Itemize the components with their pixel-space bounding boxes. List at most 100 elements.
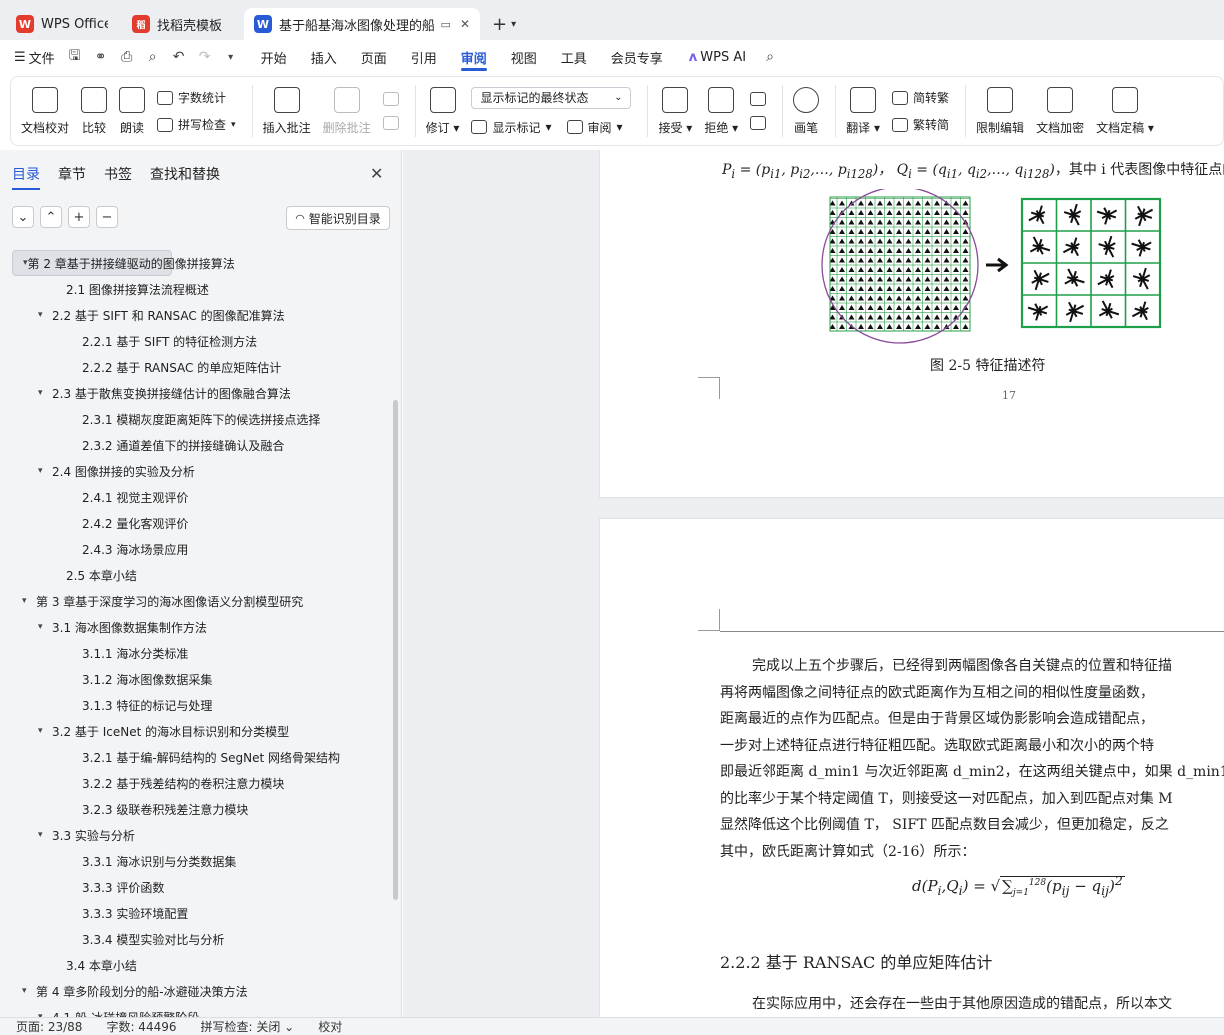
compare-button[interactable]: 比较 bbox=[81, 86, 108, 136]
tab-chapters[interactable]: 章节 bbox=[58, 164, 86, 184]
toc-item[interactable]: ▾ 第 4 章多阶段划分的船-冰避碰决策方法 bbox=[12, 978, 390, 1004]
chevron-down-icon[interactable]: ▾ bbox=[38, 622, 52, 632]
insert-comment-button[interactable]: 插入批注 bbox=[263, 86, 311, 136]
revise-button[interactable]: 修订 ▾ bbox=[426, 86, 459, 136]
tab-document[interactable]: W 基于船基海冰图像处理的船-冰 ▭ ✕ bbox=[244, 8, 480, 40]
toc-item[interactable]: 2.3.1 模糊灰度距离矩阵下的候选拼接点选择 bbox=[12, 406, 390, 432]
close-icon[interactable]: ✕ bbox=[460, 17, 470, 31]
toc-item[interactable]: 2.4.1 视觉主观评价 bbox=[12, 484, 390, 510]
chevron-down-icon[interactable]: ▾ bbox=[38, 310, 52, 320]
toc-item[interactable]: 2.1 图像拼接算法流程概述 bbox=[12, 276, 390, 302]
file-menu[interactable]: ☰ 文件 bbox=[14, 48, 55, 67]
finalize-button[interactable]: 文档定稿 ▾ bbox=[1096, 86, 1154, 136]
pen-button[interactable]: 画笔 bbox=[793, 86, 820, 136]
toc-item[interactable]: 3.3.3 实验环境配置 bbox=[12, 900, 390, 926]
prev-comment-button[interactable] bbox=[382, 92, 399, 106]
chevron-down-icon[interactable]: ▾ bbox=[511, 19, 516, 30]
toc-item[interactable]: ▾ 3.2 基于 IceNet 的海冰目标识别和分类模型 bbox=[12, 718, 390, 744]
tab-page[interactable]: 页面 bbox=[349, 40, 399, 74]
link-icon[interactable]: ⚭ bbox=[93, 49, 109, 65]
toc-item[interactable]: 3.2.2 基于残差结构的卷积注意力模块 bbox=[12, 770, 390, 796]
toc-item[interactable]: 3.3.4 模型实验对比与分析 bbox=[12, 926, 390, 952]
expand-down-button[interactable]: ⌄ bbox=[12, 206, 34, 228]
toc-item[interactable]: 3.1.1 海冰分类标准 bbox=[12, 640, 390, 666]
tab-reference[interactable]: 引用 bbox=[399, 40, 449, 74]
spell-check-status[interactable]: 拼写检查: 关闭 ⌄ bbox=[201, 1018, 295, 1035]
toc-item[interactable]: ▾ 2.2 基于 SIFT 和 RANSAC 的图像配准算法 bbox=[12, 302, 390, 328]
page-indicator[interactable]: 页面: 23/88 bbox=[16, 1018, 82, 1035]
chevron-down-icon[interactable]: ▾ bbox=[38, 466, 52, 476]
collapse-up-button[interactable]: ⌃ bbox=[40, 206, 62, 228]
tab-view[interactable]: 视图 bbox=[499, 40, 549, 74]
toc-item[interactable]: 3.1.2 海冰图像数据采集 bbox=[12, 666, 390, 692]
word-count[interactable]: 字数: 44496 bbox=[106, 1018, 176, 1035]
toc-item[interactable]: ▾ 2.4 图像拼接的实验及分析 bbox=[12, 458, 390, 484]
restrict-edit-button[interactable]: 限制编辑 bbox=[976, 86, 1024, 136]
save-icon[interactable]: 🖫 bbox=[67, 48, 83, 65]
markup-state-select[interactable]: 显示标记的最终状态 ⌄ bbox=[471, 86, 632, 109]
toc-item[interactable]: ▾ 第 2 章基于拼接缝驱动的图像拼接算法 bbox=[12, 250, 235, 276]
toc-item[interactable]: 2.2.1 基于 SIFT 的特征检测方法 bbox=[12, 328, 390, 354]
print-icon[interactable]: ⎙ bbox=[119, 49, 135, 65]
toc-item[interactable]: 2.4.2 量化客观评价 bbox=[12, 510, 390, 536]
toc-item[interactable]: 2.3.2 通道差值下的拼接缝确认及融合 bbox=[12, 432, 390, 458]
next-comment-button[interactable] bbox=[382, 116, 399, 130]
redo-icon[interactable]: ↷ bbox=[197, 49, 213, 65]
toc-item[interactable]: 3.3.1 海冰识别与分类数据集 bbox=[12, 848, 390, 874]
simp-to-trad-button[interactable]: 简转繁 bbox=[892, 89, 949, 106]
show-markup-button[interactable]: 显示标记 ▾ bbox=[471, 119, 552, 136]
toc-item[interactable]: 2.4.3 海冰场景应用 bbox=[12, 536, 390, 562]
toc-item[interactable]: 2.2.2 基于 RANSAC 的单应矩阵估计 bbox=[12, 354, 390, 380]
tab-toc[interactable]: 目录 bbox=[12, 164, 40, 190]
new-tab-button[interactable]: + ▾ bbox=[484, 8, 524, 40]
toc-item[interactable]: ▾ 3.3 实验与分析 bbox=[12, 822, 390, 848]
review-pane-button[interactable]: 审阅 ▾ bbox=[566, 119, 623, 136]
next-change-button[interactable] bbox=[750, 116, 767, 130]
chevron-down-icon[interactable]: ▾ bbox=[22, 986, 36, 996]
toc-item[interactable]: ▾ 2.3 基于散焦变换拼接缝估计的图像融合算法 bbox=[12, 380, 390, 406]
toc-item[interactable]: ▾ 3.1 海冰图像数据集制作方法 bbox=[12, 614, 390, 640]
tab-bookmarks[interactable]: 书签 bbox=[104, 164, 132, 184]
scrollbar[interactable] bbox=[393, 400, 398, 900]
tab-find-replace[interactable]: 查找和替换 bbox=[150, 164, 220, 184]
tab-review[interactable]: 审阅 bbox=[449, 40, 499, 74]
toc-item[interactable]: 2.5 本章小结 bbox=[12, 562, 390, 588]
encrypt-button[interactable]: 文档加密 bbox=[1036, 86, 1084, 136]
toc-item[interactable]: ▾ 第 3 章基于深度学习的海冰图像语义分割模型研究 bbox=[12, 588, 390, 614]
add-heading-button[interactable]: + bbox=[68, 206, 90, 228]
toc-item[interactable]: 3.1.3 特征的标记与处理 bbox=[12, 692, 390, 718]
chevron-down-icon[interactable]: ▾ bbox=[38, 726, 52, 736]
remove-heading-button[interactable]: − bbox=[96, 206, 118, 228]
search-icon[interactable]: ⌕ bbox=[762, 49, 778, 65]
wps-ai-button[interactable]: ʌ WPS AI bbox=[689, 50, 746, 65]
toc-item[interactable]: 3.2.1 基于编-解码结构的 SegNet 网络骨架结构 bbox=[12, 744, 390, 770]
tab-insert[interactable]: 插入 bbox=[299, 40, 349, 74]
chevron-down-icon[interactable]: ▾ bbox=[223, 49, 239, 65]
tab-template[interactable]: 稻 找稻壳模板 bbox=[122, 8, 240, 40]
tab-member[interactable]: 会员专享 bbox=[599, 40, 675, 74]
translate-button[interactable]: 翻译 ▾ bbox=[846, 86, 880, 136]
delete-comment-button[interactable]: 删除批注 bbox=[323, 86, 371, 136]
accept-button[interactable]: 接受 ▾ bbox=[658, 86, 692, 136]
chevron-down-icon[interactable]: ▾ bbox=[22, 596, 36, 606]
toc-item[interactable]: 3.4 本章小结 bbox=[12, 952, 390, 978]
chevron-down-icon[interactable]: ▾ bbox=[38, 830, 52, 840]
prev-change-button[interactable] bbox=[750, 92, 767, 106]
word-count-button[interactable]: 字数统计 bbox=[157, 89, 236, 106]
toc-item[interactable]: 3.2.3 级联卷积残差注意力模块 bbox=[12, 796, 390, 822]
chevron-down-icon[interactable]: ▾ bbox=[38, 388, 52, 398]
read-aloud-button[interactable]: 朗读 bbox=[119, 86, 146, 136]
tab-wps-office[interactable]: W WPS Office bbox=[6, 8, 118, 40]
doc-check-button[interactable]: 文档校对 bbox=[21, 86, 69, 136]
close-icon[interactable]: ✕ bbox=[370, 164, 383, 183]
tab-start[interactable]: 开始 bbox=[249, 40, 299, 74]
toc-item[interactable]: 3.3.3 评价函数 bbox=[12, 874, 390, 900]
trad-to-simp-button[interactable]: 繁转简 bbox=[892, 116, 949, 133]
proofread-status[interactable]: 校对 bbox=[318, 1018, 342, 1035]
reject-button[interactable]: 拒绝 ▾ bbox=[704, 86, 738, 136]
spell-check-button[interactable]: 拼写检查 ▾ bbox=[157, 116, 236, 133]
tab-tools[interactable]: 工具 bbox=[549, 40, 599, 74]
print-preview-icon[interactable]: ⌕ bbox=[145, 49, 161, 65]
smart-toc-button[interactable]: ◠ 智能识别目录 bbox=[286, 206, 390, 230]
undo-icon[interactable]: ↶ bbox=[171, 49, 187, 65]
